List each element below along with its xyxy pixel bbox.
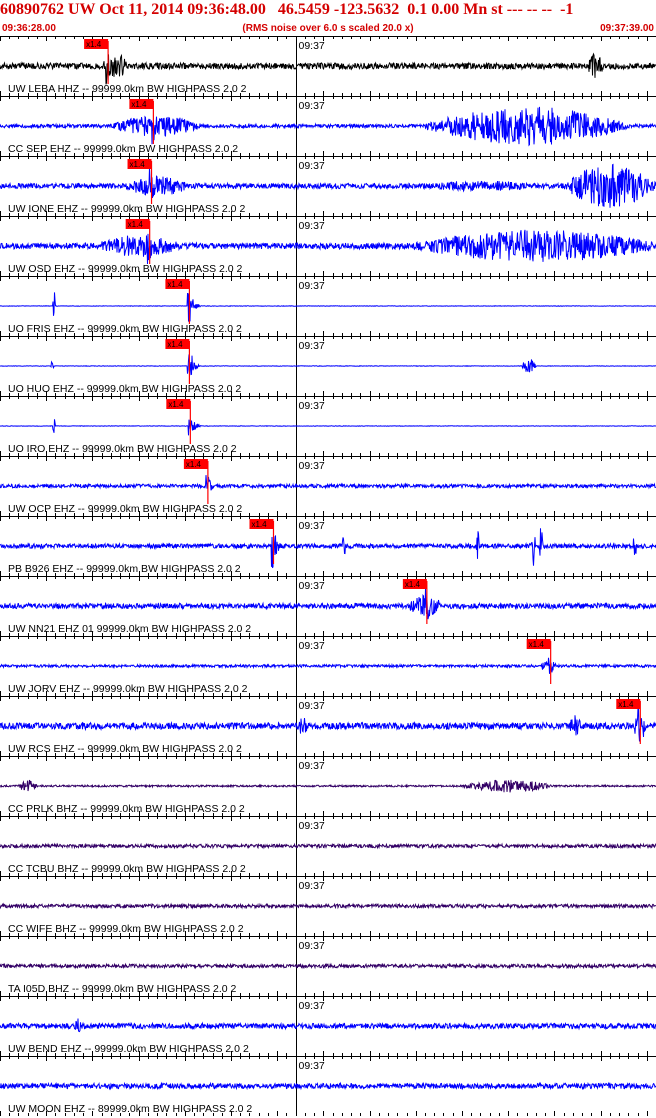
trace-label: CC WIFE BHZ -- 99999.0km BW HIGHPASS 2.0… bbox=[8, 923, 244, 935]
minute-label: 09:37 bbox=[299, 820, 325, 832]
trace-panel: 09:37 x1.4 UW RCS EHZ -- 99999.0km BW HIGH… bbox=[0, 696, 656, 756]
pick-label: x1.4 bbox=[405, 580, 421, 589]
waveform bbox=[0, 842, 656, 850]
trace-panel: 09:37 x1.4 UW OSD EHZ -- 99999.0km BW HIGH… bbox=[0, 216, 656, 276]
trace-panel: 09:37 x1.4 UW IONE EHZ -- 99999.0km BW HIG… bbox=[0, 156, 656, 216]
trace-label: TA I05D BHZ -- 99999.0km BW HIGHPASS 2.0… bbox=[8, 983, 237, 995]
trace-label: PB B926 EHZ -- 99999.0km BW HIGHPASS 2.0… bbox=[8, 563, 241, 575]
waveform bbox=[0, 902, 656, 910]
waveform bbox=[0, 52, 656, 85]
trace-panel: 09:37 CC TCBU BHZ -- 99999.0km BW HIGHPAS… bbox=[0, 816, 656, 876]
minute-label: 09:37 bbox=[299, 700, 325, 712]
minute-label: 09:37 bbox=[299, 220, 325, 232]
minute-label: 09:37 bbox=[299, 280, 325, 292]
trace-label: CC TCBU BHZ -- 99999.0km BW HIGHPASS 2.0… bbox=[8, 863, 246, 875]
pick-label: x1.4 bbox=[618, 700, 634, 709]
trace-panel: 09:37 x1.4 UW NN21 EHZ 01 99999.0km BW HIG… bbox=[0, 576, 656, 636]
end-time: 09:37:39.00 bbox=[600, 23, 654, 34]
trace-panel: 09:37 TA I05D BHZ -- 99999.0km BW HIGHPAS… bbox=[0, 936, 656, 996]
trace-label: UW IONE EHZ -- 99999.0km BW HIGHPASS 2.0… bbox=[8, 203, 245, 215]
trace-panel: 09:37 CC WIFE BHZ -- 99999.0km BW HIGHPAS… bbox=[0, 876, 656, 936]
minute-label: 09:37 bbox=[299, 1000, 325, 1012]
waveform bbox=[0, 475, 656, 491]
pick-label: x1.4 bbox=[86, 40, 102, 49]
minute-label: 09:37 bbox=[299, 40, 325, 52]
waveform bbox=[0, 354, 656, 376]
trace-label: UO FRIS EHZ -- 99999.0km BW HIGHPASS 2.0… bbox=[8, 323, 242, 335]
minute-label: 09:37 bbox=[299, 520, 325, 532]
waveform bbox=[0, 528, 656, 569]
minute-label: 09:37 bbox=[299, 760, 325, 772]
waveform bbox=[0, 229, 656, 265]
waveform bbox=[0, 292, 656, 322]
time-info-row: 09:36:28.00 (RMS noise over 6.0 s scaled… bbox=[0, 22, 656, 36]
trace-label: CC PRLK BHZ -- 99999.0km BW HIGHPASS 2.0… bbox=[8, 803, 245, 815]
pick-label: x1.4 bbox=[529, 640, 545, 649]
waveform bbox=[0, 705, 656, 742]
trace-label: UO IRO EHZ -- 99999.0km BW HIGHPASS 2.0 … bbox=[8, 443, 237, 455]
waveform bbox=[0, 657, 656, 674]
trace-label: UW MOON EHZ -- 89999.0km BW HIGHPASS 2.0… bbox=[8, 1103, 252, 1115]
trace-label: UW JORV EHZ -- 99999.0km BW HIGHPASS 2.0… bbox=[8, 683, 248, 695]
pick-label: x1.4 bbox=[130, 160, 146, 169]
minute-label: 09:37 bbox=[299, 880, 325, 892]
minute-label: 09:37 bbox=[299, 1060, 325, 1072]
event-title: 60890762 UW Oct 11, 2014 09:36:48.00 46.… bbox=[0, 1, 574, 18]
trace-panel: 09:37 UW MOON EHZ -- 89999.0km BW HIGHPAS… bbox=[0, 1056, 656, 1116]
minute-label: 09:37 bbox=[299, 100, 325, 112]
seismogram-panels: 09:37 x1.4 UW LEBA HHZ -- 99999.0km BW HIG… bbox=[0, 36, 656, 1116]
waveform bbox=[0, 1081, 656, 1091]
trace-panel: 09:37 x1.4 UW LEBA HHZ -- 99999.0km BW HIG… bbox=[0, 36, 656, 96]
trace-panel: 09:37 x1.4 UW OCP EHZ -- 99999.0km BW HIGH… bbox=[0, 456, 656, 516]
waveform bbox=[0, 588, 656, 620]
pick-label: x1.4 bbox=[186, 460, 202, 469]
trace-panel: 09:37 CC PRLK BHZ -- 99999.0km BW HIGHPAS… bbox=[0, 756, 656, 816]
trace-label: UW OSD EHZ -- 99999.0km BW HIGHPASS 2.0 … bbox=[8, 263, 243, 275]
trace-label: UW NN21 EHZ 01 99999.0km BW HIGHPASS 2.0… bbox=[8, 623, 251, 635]
trace-panel: 09:37 x1.4 PB B926 EHZ -- 99999.0km BW HIG… bbox=[0, 516, 656, 576]
waveform bbox=[0, 962, 656, 970]
trace-label: CC SEP EHZ -- 99999.0km BW HIGHPASS 2.0 … bbox=[8, 143, 238, 155]
minute-label: 09:37 bbox=[299, 940, 325, 952]
trace-label: UW RCS EHZ -- 99999.0km BW HIGHPASS 2.0 … bbox=[8, 743, 242, 755]
trace-label: UW LEBA HHZ -- 99999.0km BW HIGHPASS 2.0… bbox=[8, 83, 247, 95]
pick-label: x1.4 bbox=[167, 280, 183, 289]
pick-label: x1.4 bbox=[167, 340, 183, 349]
minute-label: 09:37 bbox=[299, 340, 325, 352]
rms-note: (RMS noise over 6.0 s scaled 20.0 x) bbox=[242, 23, 414, 34]
pick-label: x1.4 bbox=[131, 100, 147, 109]
waveform bbox=[0, 779, 656, 793]
trace-panel: 09:37 x1.4 UO IRO EHZ -- 99999.0km BW HIGH… bbox=[0, 396, 656, 456]
trace-label: UW OCP EHZ -- 99999.0km BW HIGHPASS 2.0 … bbox=[8, 503, 242, 515]
waveform bbox=[0, 419, 656, 436]
trace-panel: 09:37 x1.4 CC SEP EHZ -- 99999.0km BW HIGH… bbox=[0, 96, 656, 156]
minute-label: 09:37 bbox=[299, 580, 325, 592]
trace-label: UO HUO EHZ -- 99999.0km BW HIGHPASS 2.0 … bbox=[8, 383, 241, 395]
pick-label: x1.4 bbox=[128, 220, 144, 229]
trace-label: UW BEND EHZ -- 99999.0km BW HIGHPASS 2.0… bbox=[8, 1043, 249, 1055]
trace-panel: 09:37 x1.4 UO FRIS EHZ -- 99999.0km BW HIG… bbox=[0, 276, 656, 336]
waveform bbox=[0, 1018, 656, 1033]
minute-label: 09:37 bbox=[299, 460, 325, 472]
trace-panel: 09:37 UW BEND EHZ -- 99999.0km BW HIGHPAS… bbox=[0, 996, 656, 1056]
pick-label: x1.4 bbox=[168, 400, 184, 409]
trace-panel: 09:37 x1.4 UO HUO EHZ -- 99999.0km BW HIGH… bbox=[0, 336, 656, 396]
minute-label: 09:37 bbox=[299, 160, 325, 172]
waveform bbox=[0, 106, 656, 147]
minute-label: 09:37 bbox=[299, 640, 325, 652]
waveform bbox=[0, 163, 656, 208]
minute-label: 09:37 bbox=[299, 400, 325, 412]
trace-panel: 09:37 x1.4 UW JORV EHZ -- 99999.0km BW HIG… bbox=[0, 636, 656, 696]
pick-label: x1.4 bbox=[251, 520, 267, 529]
seismogram-page: 60890762 UW Oct 11, 2014 09:36:48.00 46.… bbox=[0, 0, 656, 1118]
